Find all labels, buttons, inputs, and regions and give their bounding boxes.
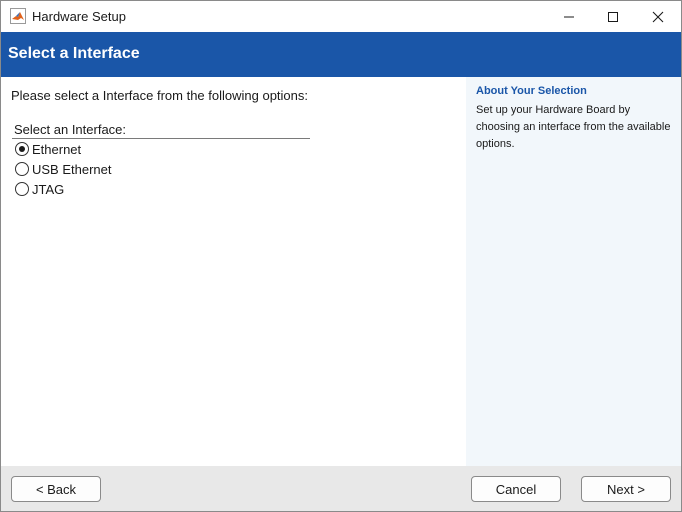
- group-divider: [12, 138, 310, 139]
- radio-button[interactable]: [15, 162, 29, 176]
- maximize-icon: [608, 11, 618, 22]
- info-title: About Your Selection: [476, 85, 587, 97]
- next-button[interactable]: Next >: [581, 476, 671, 502]
- header-banner: Select a Interface: [1, 32, 681, 77]
- matlab-logo-icon: [10, 8, 26, 24]
- radio-label: Ethernet: [32, 141, 82, 157]
- radio-option-ethernet[interactable]: Ethernet: [15, 140, 81, 158]
- main-panel: Please select a Interface from the follo…: [1, 77, 466, 466]
- radio-button[interactable]: [15, 182, 29, 196]
- cancel-button[interactable]: Cancel: [471, 476, 561, 502]
- page-title: Select a Interface: [8, 45, 140, 62]
- back-button[interactable]: < Back: [11, 476, 101, 502]
- title-bar: Hardware Setup: [1, 1, 681, 32]
- radio-label: USB Ethernet: [32, 161, 112, 177]
- info-description: Set up your Hardware Board by choosing a…: [476, 104, 671, 150]
- footer-bar: < Back Cancel Next >: [1, 466, 681, 511]
- radio-option-jtag[interactable]: JTAG: [15, 180, 64, 198]
- instruction-text: Please select a Interface from the follo…: [11, 88, 308, 103]
- radio-label: JTAG: [32, 181, 65, 197]
- close-icon: [652, 11, 664, 22]
- about-selection-panel: About Your Selection Set up your Hardwar…: [466, 77, 681, 466]
- minimize-icon: [564, 16, 574, 17]
- window-title: Hardware Setup: [32, 9, 126, 24]
- radio-option-usb-ethernet[interactable]: USB Ethernet: [15, 160, 112, 178]
- maximize-button[interactable]: [590, 1, 636, 32]
- hardware-setup-window: Hardware Setup Select a Interface Please…: [0, 0, 682, 512]
- minimize-button[interactable]: [546, 1, 592, 32]
- interface-group-label: Select an Interface:: [14, 122, 127, 137]
- radio-button-selected[interactable]: [15, 142, 29, 156]
- close-button[interactable]: [635, 1, 681, 32]
